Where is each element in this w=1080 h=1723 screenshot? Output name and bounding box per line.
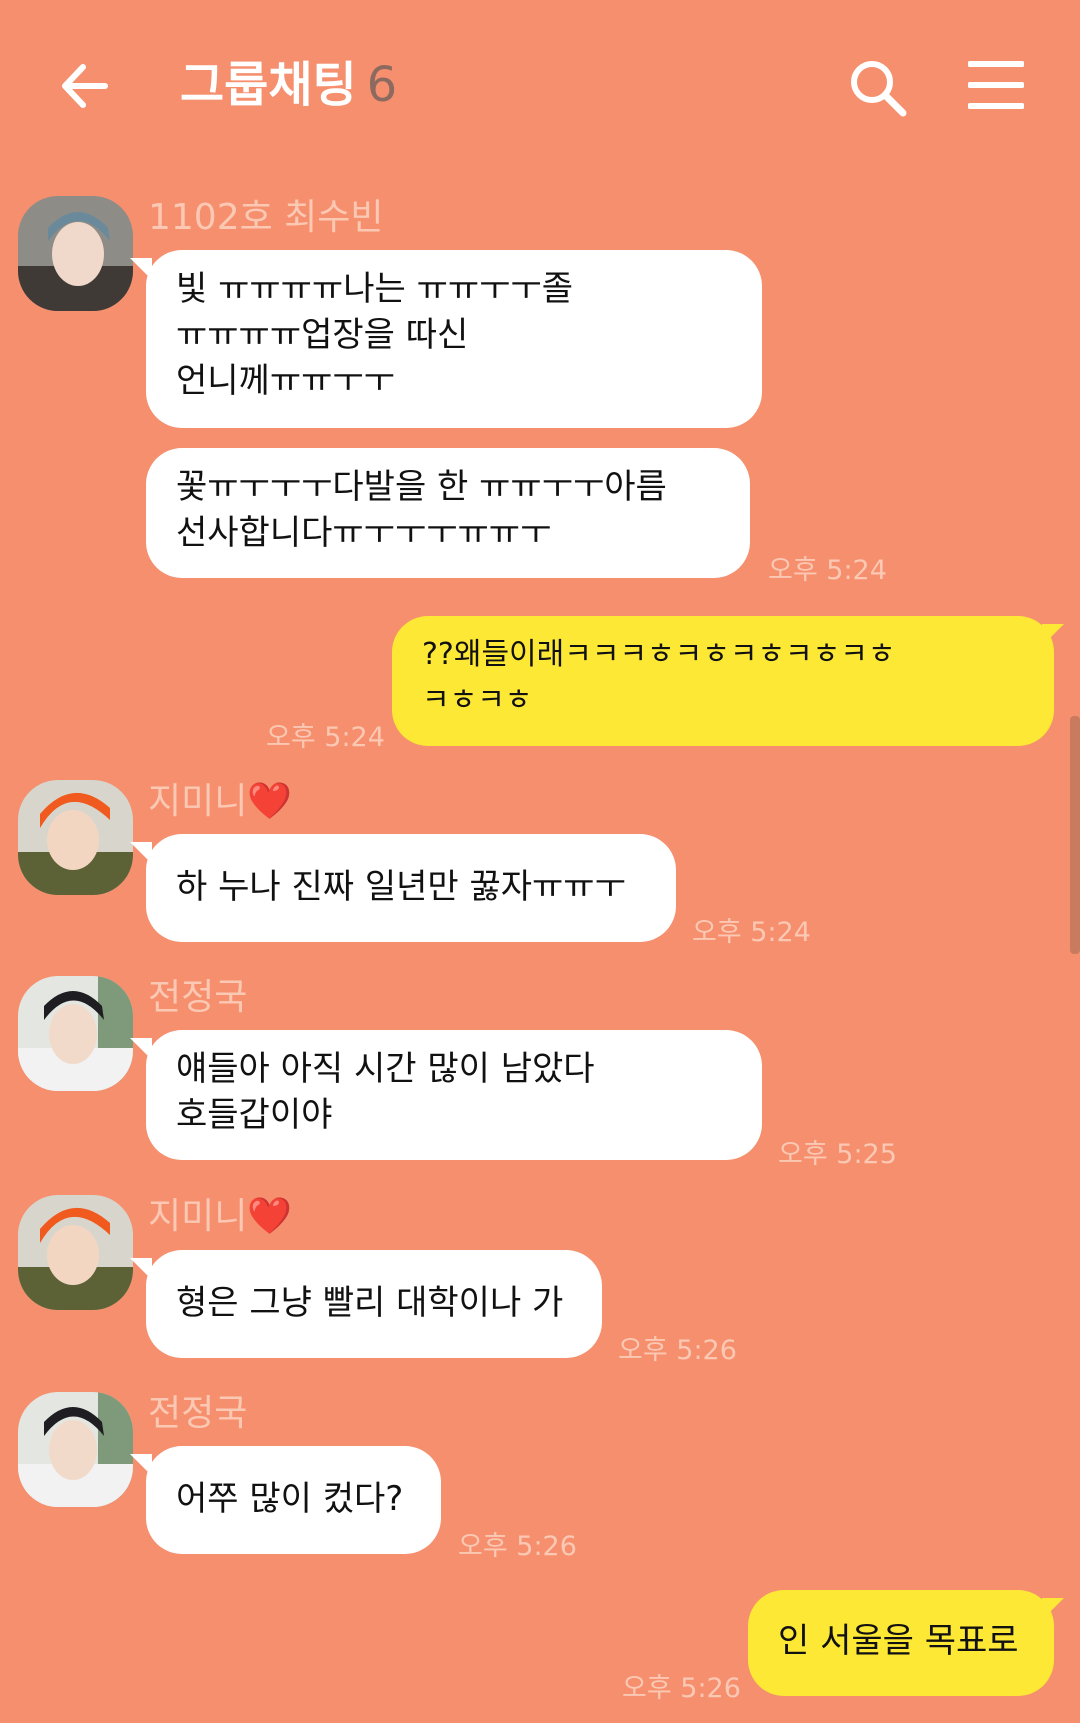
message-line: 꽃ㅠㅜㅜㅜ다발을 한 ㅠㅠㅜㅜ아름 — [176, 467, 667, 507]
sender-name: 지미니❤️ — [148, 781, 293, 822]
message-line: 형은 그냥 빨리 대학이나 가 — [176, 1283, 564, 1323]
message-line: ??왜들이래ㅋㅋㅋㅎㅋㅎㅋㅎㅋㅎㅋㅎ — [422, 637, 896, 672]
message-bubble[interactable]: 얘들아 아직 시간 많이 남았다 호들갑이야 — [146, 1030, 762, 1160]
sender-name: 지미니❤️ — [148, 1196, 293, 1237]
scrollbar[interactable] — [1070, 716, 1080, 954]
chat-title-text: 그룹채팅 — [180, 57, 357, 113]
message-line: 하 누나 진짜 일년만 꿇자ㅠㅠㅜ — [176, 867, 626, 907]
message-line: ㅠㅠㅠㅠ업장을 따신 — [176, 315, 469, 355]
avatar-jeon-jungkook[interactable] — [18, 976, 133, 1091]
message-line: 인 서울을 목표로 — [778, 1621, 1019, 1661]
message-bubble[interactable]: 빛 ㅠㅠㅠㅠ나는 ㅠㅠㅜㅜ졸 ㅠㅠㅠㅠ업장을 따신 언니께ㅠㅠㅜㅜ — [146, 250, 762, 428]
message-bubble[interactable]: 어쭈 많이 컸다? — [146, 1446, 441, 1554]
member-count: 6 — [366, 57, 398, 113]
avatar-jimini[interactable] — [18, 780, 133, 895]
message-time: 오후 5:25 — [778, 1139, 897, 1170]
message-line: 호들갑이야 — [176, 1095, 333, 1135]
sender-name: 전정국 — [148, 977, 248, 1018]
message-time: 오후 5:24 — [768, 555, 887, 586]
chat-title: 그룹채팅 6 — [180, 52, 397, 118]
hamburger-menu-icon — [967, 61, 1025, 109]
message-line: ㅋㅎㅋㅎ — [422, 683, 533, 718]
message-time: 오후 5:26 — [622, 1673, 741, 1704]
sender-name: 전정국 — [148, 1393, 248, 1434]
message-time: 오후 5:26 — [458, 1531, 577, 1562]
message-line: 언니께ㅠㅠㅜㅜ — [176, 361, 395, 401]
message-line: 어쭈 많이 컸다? — [176, 1479, 404, 1519]
message-line: 빛 ㅠㅠㅠㅠ나는 ㅠㅠㅜㅜ졸 — [176, 269, 573, 309]
message-bubble[interactable]: 꽃ㅠㅜㅜㅜ다발을 한 ㅠㅠㅜㅜ아름 선사합니다ㅠㅜㅜㅜㅠㅠㅜ — [146, 448, 750, 578]
message-line: 얘들아 아직 시간 많이 남았다 — [176, 1049, 595, 1089]
bubble-tail — [1042, 1598, 1064, 1620]
message-bubble[interactable]: 형은 그냥 빨리 대학이나 가 — [146, 1250, 602, 1358]
my-message-bubble[interactable]: ??왜들이래ㅋㅋㅋㅎㅋㅎㅋㅎㅋㅎㅋㅎ ㅋㅎㅋㅎ — [392, 616, 1054, 746]
menu-button[interactable] — [967, 60, 1025, 110]
chat-header: 그룹채팅 6 — [0, 0, 1080, 170]
message-bubble[interactable]: 하 누나 진짜 일년만 꿇자ㅠㅠㅜ — [146, 834, 676, 942]
search-icon — [851, 61, 907, 117]
my-message-bubble[interactable]: 인 서울을 목표로 — [748, 1590, 1054, 1696]
back-button[interactable] — [55, 55, 117, 117]
message-time: 오후 5:26 — [618, 1335, 737, 1366]
message-time: 오후 5:24 — [266, 722, 385, 753]
bubble-tail — [1042, 624, 1064, 646]
message-time: 오후 5:24 — [692, 917, 811, 948]
avatar-jimini[interactable] — [18, 1195, 133, 1310]
sender-name: 1102호 최수빈 — [148, 197, 384, 238]
search-button[interactable] — [845, 55, 911, 121]
avatar-1102-choi-soobin[interactable] — [18, 196, 133, 311]
message-line: 선사합니다ㅠㅜㅜㅜㅠㅠㅜ — [176, 513, 552, 553]
back-arrow-icon — [62, 64, 108, 108]
avatar-jeon-jungkook[interactable] — [18, 1392, 133, 1507]
